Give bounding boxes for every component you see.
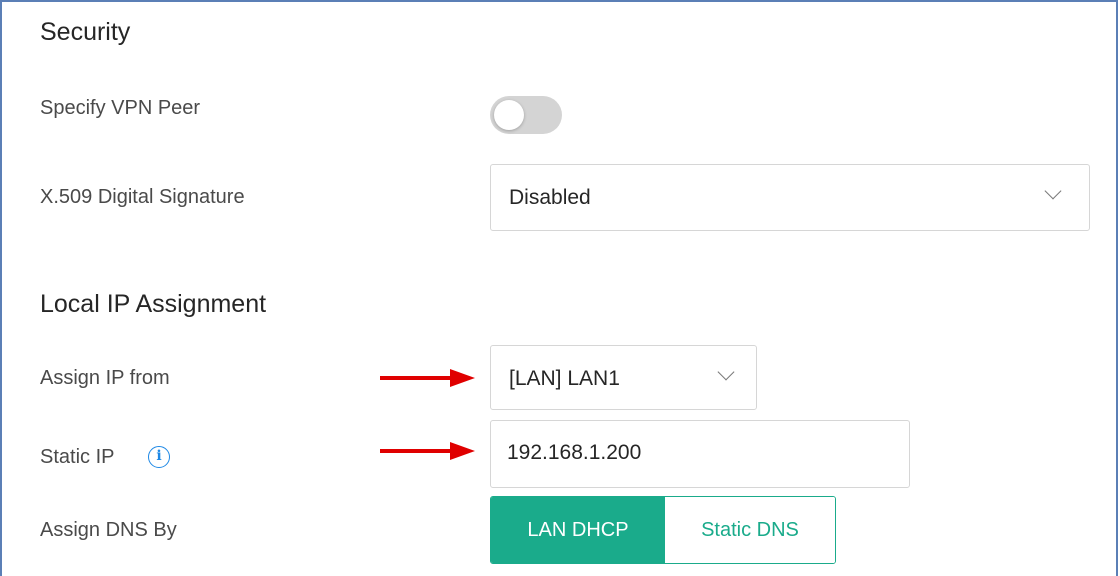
assign-ip-label: Assign IP from xyxy=(40,367,170,389)
red-arrow-icon xyxy=(380,442,475,460)
dns-option-static-dns[interactable]: Static DNS xyxy=(665,497,835,563)
section-title-security: Security xyxy=(40,18,131,46)
section-title-local-ip: Local IP Assignment xyxy=(40,290,267,318)
assign-ip-select[interactable]: [LAN] LAN1 xyxy=(490,345,757,410)
dns-option-lan-dhcp[interactable]: LAN DHCP xyxy=(491,497,665,563)
vpn-peer-label: Specify VPN Peer xyxy=(40,97,201,119)
dns-label: Assign DNS By xyxy=(40,519,177,541)
static-ip-label: Static IP xyxy=(40,446,115,468)
settings-panel xyxy=(0,0,1118,576)
static-ip-input[interactable]: 192.168.1.200 xyxy=(490,420,910,488)
x509-select[interactable]: Disabled xyxy=(490,164,1090,231)
toggle-knob xyxy=(494,100,524,130)
dns-segmented-control: LAN DHCP Static DNS xyxy=(490,496,836,564)
info-icon[interactable]: i xyxy=(148,446,170,468)
chevron-down-icon xyxy=(717,363,735,381)
chevron-down-icon xyxy=(1044,182,1062,200)
x509-label: X.509 Digital Signature xyxy=(40,186,245,208)
vpn-peer-toggle[interactable] xyxy=(490,96,562,134)
red-arrow-icon xyxy=(380,369,475,387)
x509-selected-value: Disabled xyxy=(509,186,591,209)
assign-ip-selected-value: [LAN] LAN1 xyxy=(509,367,620,390)
static-ip-value: 192.168.1.200 xyxy=(507,441,642,464)
